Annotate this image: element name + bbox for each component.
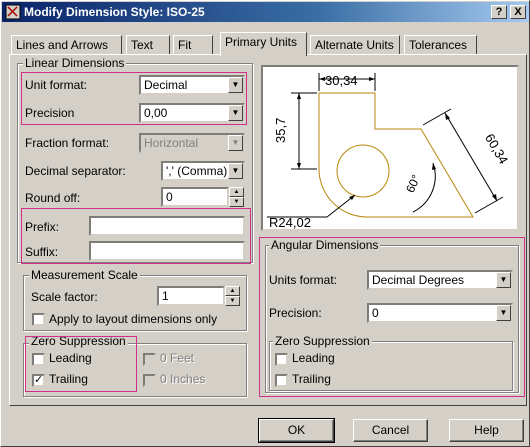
fraction-format-value: Horizontal <box>144 136 199 150</box>
round-off-spinner[interactable]: ▲ ▼ <box>229 187 244 207</box>
angular-trailing-checkbox[interactable] <box>275 374 288 387</box>
round-off-value: 0 <box>166 190 173 204</box>
round-off-input[interactable]: 0 <box>161 187 229 207</box>
angular-units-format-value: Decimal Degrees <box>372 273 465 287</box>
prefix-label: Prefix: <box>25 220 60 234</box>
tab-text[interactable]: Text <box>126 35 170 55</box>
part-hole <box>336 144 390 198</box>
zero-feet-label: 0 Feet <box>160 351 195 365</box>
angular-units-format-select[interactable]: Decimal Degrees ▼ <box>367 270 513 290</box>
fraction-format-select: Horizontal ▼ <box>139 133 245 153</box>
tab-lines-and-arrows[interactable]: Lines and Arrows <box>11 35 122 55</box>
window-title: Modify Dimension Style: ISO-25 <box>24 5 205 19</box>
cancel-button[interactable]: Cancel <box>353 419 428 442</box>
ok-button[interactable]: OK <box>258 418 335 443</box>
help-title-button[interactable]: ? <box>491 5 507 19</box>
decimal-separator-value: ',' (Comma) <box>166 164 228 178</box>
dialog-window: Modify Dimension Style: ISO-25 ? X Lines… <box>0 0 530 447</box>
apply-layout-checkbox[interactable] <box>32 313 45 326</box>
help-button[interactable]: Help <box>449 419 524 442</box>
scale-factor-label: Scale factor: <box>31 290 98 304</box>
preview-dim-top: 30,34 <box>325 73 358 88</box>
angular-dimensions-legend: Angular Dimensions <box>269 238 381 252</box>
apply-layout-label[interactable]: Apply to layout dimensions only <box>49 312 217 326</box>
scale-factor-input[interactable]: 1 <box>157 286 225 306</box>
spin-up-icon[interactable]: ▲ <box>229 187 244 197</box>
spin-down-icon[interactable]: ▼ <box>225 296 240 306</box>
preview-dim-radius: R24,02 <box>269 215 311 230</box>
tab-tolerances[interactable]: Tolerances <box>404 35 477 55</box>
unit-format-label: Unit format: <box>25 78 88 92</box>
angular-units-format-label: Units format: <box>269 273 338 287</box>
unit-format-value: Decimal <box>144 78 188 92</box>
zero-feet-checkbox <box>143 353 156 366</box>
tab-fit[interactable]: Fit <box>173 35 213 55</box>
angular-leading-label[interactable]: Leading <box>292 351 335 365</box>
measurement-scale-legend: Measurement Scale <box>29 268 140 282</box>
leading-checkbox[interactable] <box>32 353 45 366</box>
chevron-down-icon[interactable]: ▼ <box>228 105 243 121</box>
title-bar[interactable]: Modify Dimension Style: ISO-25 ? X <box>2 2 529 22</box>
precision-select[interactable]: 0,00 ▼ <box>139 103 245 123</box>
trailing-checkbox[interactable]: ✓ <box>32 374 45 387</box>
chevron-down-icon: ▼ <box>228 135 243 151</box>
chevron-down-icon[interactable]: ▼ <box>496 305 511 321</box>
zero-suppression-angular-legend: Zero Suppression <box>273 334 372 348</box>
close-button[interactable]: X <box>510 5 526 19</box>
preview-dim-left: 35,7 <box>273 117 288 143</box>
zero-inches-checkbox <box>143 374 156 387</box>
suffix-input[interactable] <box>89 241 245 261</box>
angular-leading-checkbox[interactable] <box>275 353 288 366</box>
chevron-down-icon[interactable]: ▼ <box>228 77 243 93</box>
angular-precision-label: Precision: <box>269 306 322 320</box>
precision-label: Precision <box>25 106 75 120</box>
tab-alternate-units[interactable]: Alternate Units <box>310 35 400 55</box>
angular-precision-value: 0 <box>372 306 379 320</box>
angular-precision-select[interactable]: 0 ▼ <box>367 303 513 323</box>
suffix-label: Suffix: <box>25 245 59 259</box>
scale-factor-value: 1 <box>162 289 169 303</box>
decimal-separator-label: Decimal separator: <box>25 164 126 178</box>
chevron-down-icon[interactable]: ▼ <box>496 272 511 288</box>
angular-trailing-label[interactable]: Trailing <box>292 372 331 386</box>
scale-factor-spinner[interactable]: ▲ ▼ <box>225 286 240 306</box>
app-icon <box>5 4 21 20</box>
precision-value: 0,00 <box>144 106 168 120</box>
decimal-separator-select[interactable]: ',' (Comma) ▼ <box>161 161 245 181</box>
round-off-label: Round off: <box>25 191 81 205</box>
chevron-down-icon[interactable]: ▼ <box>228 163 243 179</box>
tab-primary-units[interactable]: Primary Units <box>220 32 307 56</box>
linear-dimensions-legend: Linear Dimensions <box>23 56 127 70</box>
fraction-format-label: Fraction format: <box>25 136 110 150</box>
preview-drawing <box>267 73 504 218</box>
preview-panel: 30,34 35,7 60,34 60° R24,02 <box>261 65 519 231</box>
prefix-input[interactable] <box>89 216 245 236</box>
spin-up-icon[interactable]: ▲ <box>225 286 240 296</box>
unit-format-select[interactable]: Decimal ▼ <box>139 75 245 95</box>
zero-suppression-linear-legend: Zero Suppression <box>29 334 128 348</box>
leading-label[interactable]: Leading <box>49 351 92 365</box>
spin-down-icon[interactable]: ▼ <box>229 197 244 207</box>
zero-inches-label: 0 Inches <box>160 372 206 386</box>
trailing-label[interactable]: Trailing <box>49 372 88 386</box>
